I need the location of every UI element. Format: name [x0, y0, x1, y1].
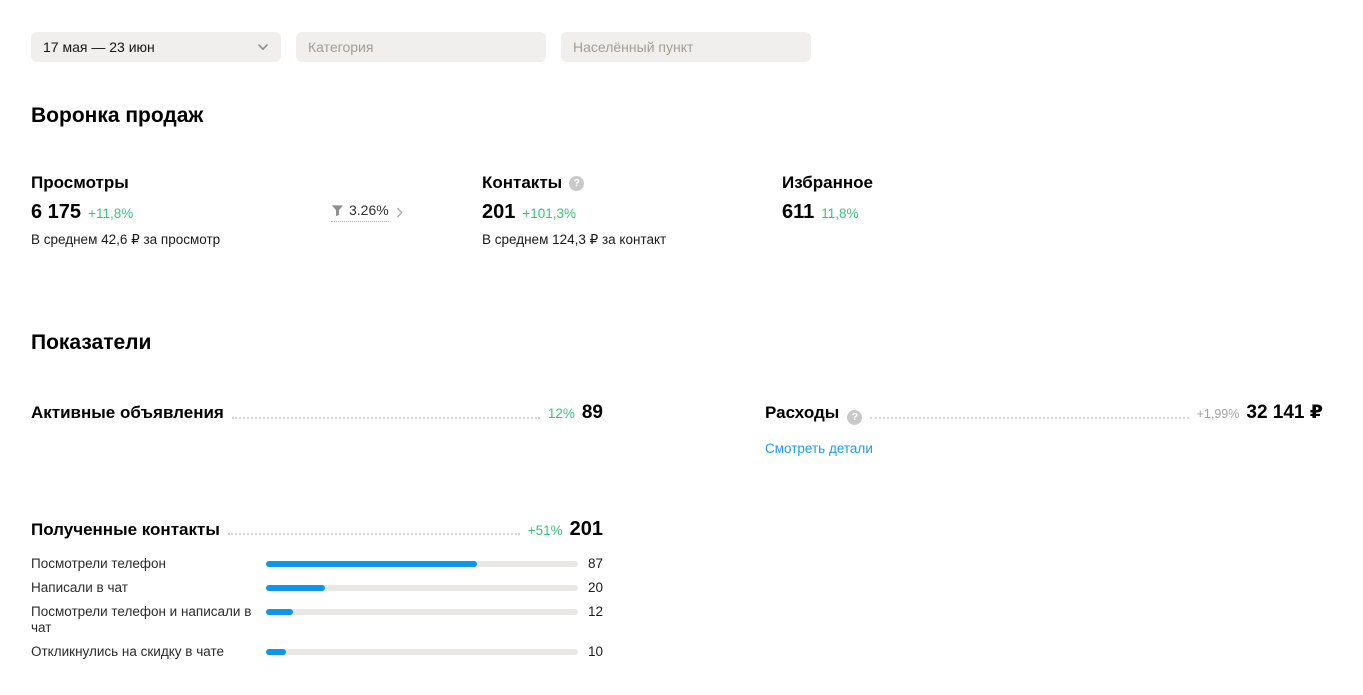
- bar-fill: [266, 649, 287, 655]
- funnel-card-favorites: Избранное 611 11,8%: [782, 173, 873, 248]
- date-range-select[interactable]: 17 мая — 23 июн: [31, 32, 281, 62]
- contact-type-row: Посмотрели телефон и написали в чат 12: [31, 604, 603, 636]
- favorites-title: Избранное: [782, 173, 873, 192]
- favorites-value: 611: [782, 201, 815, 223]
- bar-label: Посмотрели телефон: [31, 556, 166, 571]
- expenses-label: Расходы: [765, 403, 840, 422]
- dotted-leader: [870, 417, 1189, 419]
- expenses-details-link[interactable]: Смотреть детали: [765, 441, 873, 456]
- conversion-slot: 3.26%: [331, 173, 482, 248]
- contacts-delta: +101,3%: [522, 206, 577, 221]
- active-listings-value: 89: [581, 402, 603, 423]
- bar-value: 20: [587, 580, 603, 595]
- views-title: Просмотры: [31, 173, 129, 192]
- expenses-delta: +1,99%: [1196, 407, 1240, 421]
- active-listings-label: Активные объявления: [31, 403, 224, 422]
- avito-analytics-page: 17 мая — 23 июн Воронка продаж Просмотры…: [0, 0, 1363, 695]
- received-contacts-value: 201: [569, 518, 603, 540]
- chevron-right-icon: [394, 207, 405, 218]
- received-contacts-delta: +51%: [527, 523, 563, 538]
- views-to-contacts-conversion[interactable]: 3.26%: [331, 202, 405, 222]
- contacts-subtitle: В среднем 124,3 ₽ за контакт: [482, 232, 667, 247]
- date-range-value: 17 мая — 23 июн: [43, 39, 155, 55]
- funnel-card-contacts: Контакты ? 201 +101,3% В среднем 124,3 ₽…: [482, 173, 782, 248]
- expenses-metric: Расходы ? +1,99% 32 141 ₽: [765, 402, 1323, 425]
- contact-type-row: Посмотрели телефон 87: [31, 556, 603, 572]
- metrics-grid: Активные объявления 12% 89 Полученные ко…: [31, 402, 1323, 668]
- bar-label: Посмотрели телефон и написали в чат: [31, 604, 252, 635]
- contacts-title: Контакты: [482, 173, 563, 192]
- conversion-value: 3.26%: [349, 202, 389, 218]
- contact-type-row: Написали в чат 20: [31, 580, 603, 596]
- bar-fill: [266, 585, 325, 591]
- received-contacts-label: Полученные контакты: [31, 520, 220, 539]
- bar-track: [266, 649, 578, 655]
- bar-value: 87: [587, 556, 603, 571]
- funnel-section-title: Воронка продаж: [31, 104, 204, 127]
- contacts-breakdown-chart: Посмотрели телефон 87 Написали в чат 20 Посм…: [31, 556, 603, 660]
- views-subtitle: В среднем 42,6 ₽ за просмотр: [31, 232, 221, 247]
- chevron-down-icon: [257, 41, 269, 53]
- metrics-section-title: Показатели: [31, 331, 152, 354]
- help-icon[interactable]: ?: [569, 175, 585, 191]
- bar-label: Откликнулись на скидку в чате: [31, 644, 224, 659]
- active-listings-delta: 12%: [547, 406, 575, 421]
- funnel-card-views: Просмотры 6 175 +11,8% В среднем 42,6 ₽ …: [31, 173, 331, 248]
- views-value: 6 175: [31, 201, 82, 223]
- bar-fill: [266, 561, 477, 567]
- location-input[interactable]: [561, 32, 811, 62]
- active-listings-metric: Активные объявления 12% 89: [31, 402, 603, 424]
- contact-type-row: Откликнулись на скидку в чате 10: [31, 644, 603, 660]
- dotted-leader: [227, 533, 520, 535]
- favorites-delta: 11,8%: [821, 206, 859, 221]
- bar-track: [266, 561, 578, 567]
- views-delta: +11,8%: [88, 206, 134, 221]
- expenses-value: 32 141 ₽: [1246, 402, 1323, 423]
- bar-label: Написали в чат: [31, 580, 128, 595]
- dotted-leader: [231, 417, 540, 419]
- received-contacts-metric: Полученные контакты +51% 201: [31, 518, 603, 540]
- contacts-value: 201: [482, 201, 516, 223]
- funnel-icon: [331, 204, 344, 217]
- funnel-row: Просмотры 6 175 +11,8% В среднем 42,6 ₽ …: [31, 173, 1323, 248]
- bar-track: [266, 585, 578, 591]
- bar-value: 12: [587, 604, 603, 619]
- bar-fill: [266, 609, 294, 615]
- bar-track: [266, 609, 578, 615]
- help-icon[interactable]: ?: [847, 409, 863, 425]
- bar-value: 10: [587, 644, 603, 659]
- filters-bar: 17 мая — 23 июн: [31, 32, 1323, 62]
- category-input[interactable]: [296, 32, 546, 62]
